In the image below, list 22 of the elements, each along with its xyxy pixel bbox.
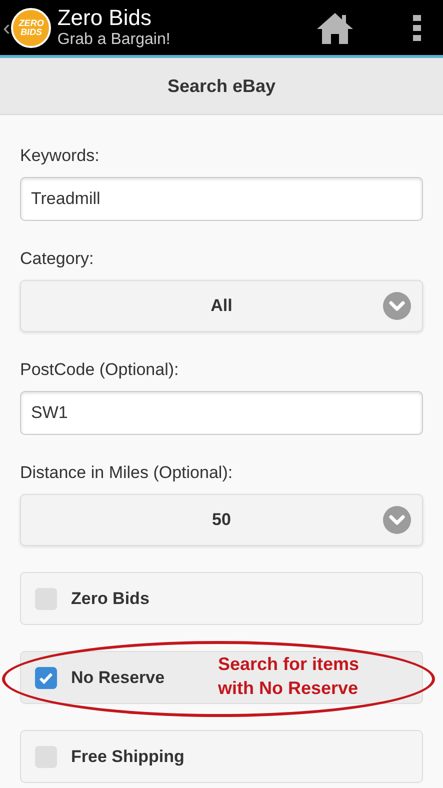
check-icon bbox=[39, 672, 53, 684]
field-label: Category: bbox=[20, 248, 95, 270]
app-logo: ZERO BIDS bbox=[11, 8, 52, 48]
page-title: Search eBay bbox=[167, 74, 276, 98]
back-icon[interactable]: ‹ bbox=[3, 11, 10, 44]
annotation-text: Search for items with No Reserve bbox=[218, 653, 360, 700]
checkbox-option[interactable]: Free Shipping bbox=[20, 730, 423, 783]
checkbox-option[interactable]: Zero Bids bbox=[20, 572, 423, 625]
dropdown-icon bbox=[383, 292, 411, 320]
overflow-menu-icon[interactable] bbox=[413, 14, 421, 40]
select-field[interactable]: All bbox=[20, 280, 423, 332]
field-label: Distance in Miles (Optional): bbox=[20, 462, 234, 484]
field-label: PostCode (Optional): bbox=[20, 359, 180, 381]
dropdown-icon bbox=[383, 506, 411, 534]
field-label: Keywords: bbox=[20, 145, 100, 167]
app-subtitle: Grab a Bargain! bbox=[57, 32, 170, 48]
input-field[interactable]: Treadmill bbox=[20, 177, 423, 221]
input-field[interactable]: SW1 bbox=[20, 391, 423, 435]
app-title: Zero Bids bbox=[57, 7, 152, 29]
home-icon[interactable] bbox=[315, 10, 355, 44]
select-field[interactable]: 50 bbox=[20, 494, 423, 546]
checkbox[interactable] bbox=[35, 666, 57, 688]
